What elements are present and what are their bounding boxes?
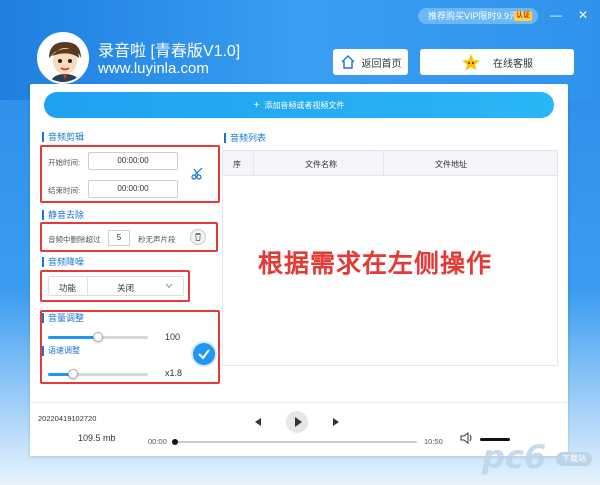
column-index: 序: [233, 160, 241, 169]
volume-slider-fill: [48, 336, 98, 339]
home-icon: [341, 55, 354, 69]
promo-tag: 认证: [514, 11, 532, 21]
noise-function-label: 功能: [59, 283, 77, 293]
volume-title: 音量调整: [42, 313, 84, 323]
playback-progress-bar[interactable]: [172, 439, 417, 445]
vip-promo-badge[interactable]: 推荐购买VIP限时9.9元 认证: [418, 8, 538, 24]
noise-reduce-select[interactable]: 功能 关闭: [48, 276, 184, 296]
previous-icon[interactable]: [253, 417, 263, 427]
play-icon: [295, 417, 302, 427]
silence-seconds-input[interactable]: 5: [108, 230, 130, 246]
add-file-button[interactable]: + 添加音频或者视频文件: [44, 92, 554, 118]
app-url: www.luyinla.com: [98, 60, 209, 77]
add-file-label: 添加音频或者视频文件: [264, 100, 345, 110]
plus-icon: +: [253, 99, 260, 111]
playback-progress-knob[interactable]: [172, 439, 178, 445]
trash-icon[interactable]: [190, 229, 206, 245]
speed-slider-knob[interactable]: [68, 369, 78, 379]
start-time-label: 开始时间:: [48, 158, 81, 167]
volume-slider-knob[interactable]: [93, 332, 103, 342]
app-window: 推荐购买VIP限时9.9元 认证 — ✕ 录音啦 [青春版V1.0] www.l…: [0, 0, 600, 485]
noise-reduce-title: 音频降噪: [42, 257, 84, 267]
watermark-sub: 下载站: [556, 452, 592, 466]
scissors-icon[interactable]: [191, 166, 205, 180]
check-icon: [198, 349, 210, 360]
star-mascot-icon: [462, 54, 480, 71]
avatar[interactable]: [37, 32, 89, 84]
silence-prefix-label: 音频中删除超过: [48, 235, 101, 244]
audio-edit-title: 音频剪辑: [42, 132, 84, 142]
speed-slider[interactable]: [48, 369, 148, 379]
audio-list-header: 序 文件名称 文件地址: [222, 150, 558, 176]
chevron-down-icon: [165, 283, 173, 289]
speed-title: 语速调整: [42, 346, 80, 356]
start-time-input[interactable]: 00:00:00: [88, 152, 178, 170]
silence-suffix-label: 秒无声片段: [138, 235, 176, 244]
online-service-button[interactable]: 在线客服: [420, 49, 574, 75]
column-divider: [253, 151, 254, 175]
home-button[interactable]: 返回首页: [333, 49, 408, 75]
column-divider: [383, 151, 384, 175]
next-icon[interactable]: [331, 417, 341, 427]
noise-selected-value: 关闭: [117, 283, 135, 293]
play-button[interactable]: [286, 411, 308, 433]
column-file-name: 文件名称: [305, 160, 337, 169]
speed-value: x1.8: [165, 368, 183, 378]
volume-icon[interactable]: [460, 432, 474, 444]
end-time-label: 结束时间:: [48, 186, 81, 195]
player-file-size: 109.5 mb: [78, 433, 116, 443]
home-button-label: 返回首页: [361, 58, 402, 70]
annotation-text: 根据需求在左侧操作: [258, 249, 493, 278]
vip-promo-text: 推荐购买VIP限时9.9元: [428, 11, 519, 21]
end-time-input[interactable]: 00:00:00: [88, 180, 178, 198]
minimize-button[interactable]: —: [550, 8, 562, 22]
watermark-text: pc6: [482, 438, 547, 476]
app-title: 录音啦 [青春版V1.0]: [98, 43, 241, 60]
player-file-name: 20220419102720: [38, 414, 97, 423]
apply-button[interactable]: [193, 343, 215, 365]
close-button[interactable]: ✕: [578, 8, 588, 22]
select-divider: [87, 277, 88, 295]
volume-value: 100: [165, 332, 181, 342]
column-file-path: 文件地址: [435, 160, 467, 169]
player-time-end: 10:50: [424, 437, 443, 446]
silence-remove-title: 静音去除: [42, 210, 84, 220]
volume-slider[interactable]: [48, 332, 148, 342]
online-service-label: 在线客服: [493, 58, 533, 70]
watermark-logo: pc6 下载站: [480, 438, 595, 478]
audio-list-title: 音频列表: [224, 133, 266, 143]
player-time-start: 00:00: [148, 437, 167, 446]
